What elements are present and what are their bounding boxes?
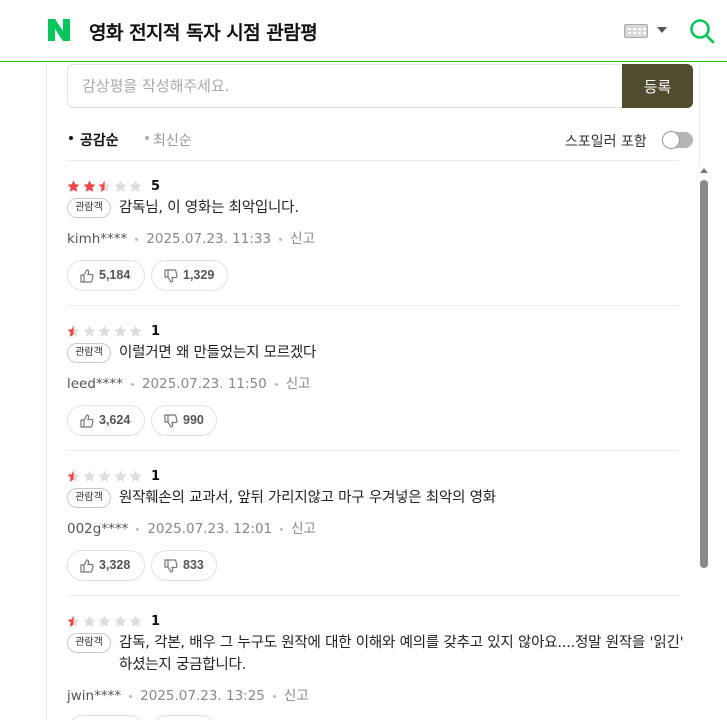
report-link[interactable]: 신고 xyxy=(284,688,309,704)
star-icon xyxy=(83,325,95,337)
review-text: 원작훼손의 교과서, 앞뒤 가리지않고 마구 우겨넣은 최악의 영화 xyxy=(119,490,496,506)
scroll-up-icon[interactable] xyxy=(700,168,708,173)
star-icon xyxy=(67,615,80,627)
audience-badge: 관람객 xyxy=(67,198,111,218)
like-button[interactable]: 3,328 xyxy=(67,550,145,581)
star-icon xyxy=(129,325,142,337)
dislike-button[interactable]: 990 xyxy=(151,405,217,436)
toggle-knob xyxy=(662,131,680,149)
dislike-button[interactable]: 1,329 xyxy=(151,260,228,291)
star-icon xyxy=(67,180,80,192)
star-icon xyxy=(129,470,142,482)
spoiler-toggle[interactable] xyxy=(662,131,693,149)
like-button[interactable]: 3,624 xyxy=(67,405,145,436)
report-link[interactable]: 신고 xyxy=(290,231,315,247)
scrollbar[interactable] xyxy=(698,165,712,720)
review-meta: kimh**** 2025.07.23. 11:33 신고 xyxy=(67,227,315,247)
audience-badge: 관람객 xyxy=(67,488,111,508)
star-icon xyxy=(98,470,111,482)
star-icon xyxy=(114,470,126,482)
sort-option-latest[interactable]: 최신순 xyxy=(153,130,192,150)
rating-score: 5 xyxy=(151,179,161,194)
star-icon xyxy=(129,180,142,192)
dislike-button[interactable]: 833 xyxy=(151,550,217,581)
rating-score: 1 xyxy=(151,614,161,629)
review-date: 2025.07.23. 11:50 xyxy=(141,376,267,392)
review-date: 2025.07.23. 13:25 xyxy=(140,688,265,704)
naver-logo-icon[interactable] xyxy=(46,17,72,43)
submit-button[interactable]: 등록 xyxy=(622,64,693,108)
bullet-icon xyxy=(145,136,149,140)
review-meta: 002g**** 2025.07.23. 12:01 신고 xyxy=(67,517,316,537)
dislike-count: 1,329 xyxy=(183,268,215,282)
author-id: 002g**** xyxy=(67,521,129,537)
divider xyxy=(67,305,679,306)
like-button[interactable]: 5,184 xyxy=(67,260,145,291)
review-date: 2025.07.23. 12:01 xyxy=(147,521,273,537)
like-count: 3,624 xyxy=(99,413,131,427)
dislike-button[interactable] xyxy=(151,715,217,720)
divider xyxy=(67,450,679,451)
chevron-down-icon[interactable] xyxy=(657,27,667,33)
sort-option-sympathy[interactable]: 공감순 xyxy=(80,130,119,150)
report-link[interactable]: 신고 xyxy=(286,376,311,392)
star-icon xyxy=(98,615,111,627)
review-meta: jwin**** 2025.07.23. 13:25 신고 xyxy=(67,684,309,704)
review-text: 이럴거면 왜 만들었는지 모르겠다 xyxy=(119,345,317,361)
star-icon xyxy=(114,325,126,337)
review-text: 감독님, 이 영화는 최악입니다. xyxy=(119,200,299,216)
thumbs-up-icon xyxy=(80,414,94,428)
author-id: jwin**** xyxy=(67,688,122,704)
rating-score: 1 xyxy=(151,324,161,339)
star-icon xyxy=(129,615,142,627)
star-icon xyxy=(114,180,126,192)
star-icon xyxy=(98,180,111,192)
star-icon xyxy=(67,470,80,482)
star-icon xyxy=(83,180,95,192)
keyboard-icon[interactable] xyxy=(624,24,648,38)
audience-badge: 관람객 xyxy=(67,633,111,653)
bullet-icon xyxy=(69,136,73,140)
thumbs-down-icon xyxy=(164,414,178,428)
thumbs-up-icon xyxy=(80,559,94,573)
report-link[interactable]: 신고 xyxy=(291,521,316,537)
top-header: 영화 전지적 독자 시점 관람평 xyxy=(0,0,727,62)
review-meta: leed**** 2025.07.23. 11:50 신고 xyxy=(67,372,311,392)
star-icon xyxy=(114,615,126,627)
search-icon[interactable] xyxy=(688,17,716,45)
author-id: kimh**** xyxy=(67,231,128,247)
thumbs-up-icon xyxy=(80,269,94,283)
dislike-count: 833 xyxy=(183,558,204,572)
star-icon xyxy=(67,325,80,337)
audience-badge: 관람객 xyxy=(67,343,111,363)
rating-score: 1 xyxy=(151,469,161,484)
dislike-count: 990 xyxy=(183,413,204,427)
review-text: 감독, 각본, 배우 그 누구도 원작에 대한 이해와 예의를 갖추고 있지 않… xyxy=(119,635,684,673)
thumbs-down-icon xyxy=(164,269,178,283)
author-id: leed**** xyxy=(67,376,123,392)
divider xyxy=(67,595,679,596)
like-count: 3,328 xyxy=(99,558,131,572)
like-button[interactable] xyxy=(67,715,145,720)
page-title: 영화 전지적 독자 시점 관람평 xyxy=(89,22,318,44)
star-icon xyxy=(98,325,111,337)
review-input[interactable] xyxy=(67,64,623,108)
review-write-form: 등록 xyxy=(67,64,693,108)
spoiler-label: 스포일러 포함 xyxy=(565,134,647,150)
review-date: 2025.07.23. 11:33 xyxy=(146,231,272,247)
like-count: 5,184 xyxy=(99,268,131,282)
divider xyxy=(67,160,679,161)
star-icon xyxy=(83,470,95,482)
scroll-thumb[interactable] xyxy=(700,180,708,568)
thumbs-down-icon xyxy=(164,559,178,573)
star-icon xyxy=(83,615,95,627)
review-panel: 등록 공감순 최신순 스포일러 포함 5 관람객 감독님, 이 영화는 최악입니… xyxy=(46,62,700,720)
